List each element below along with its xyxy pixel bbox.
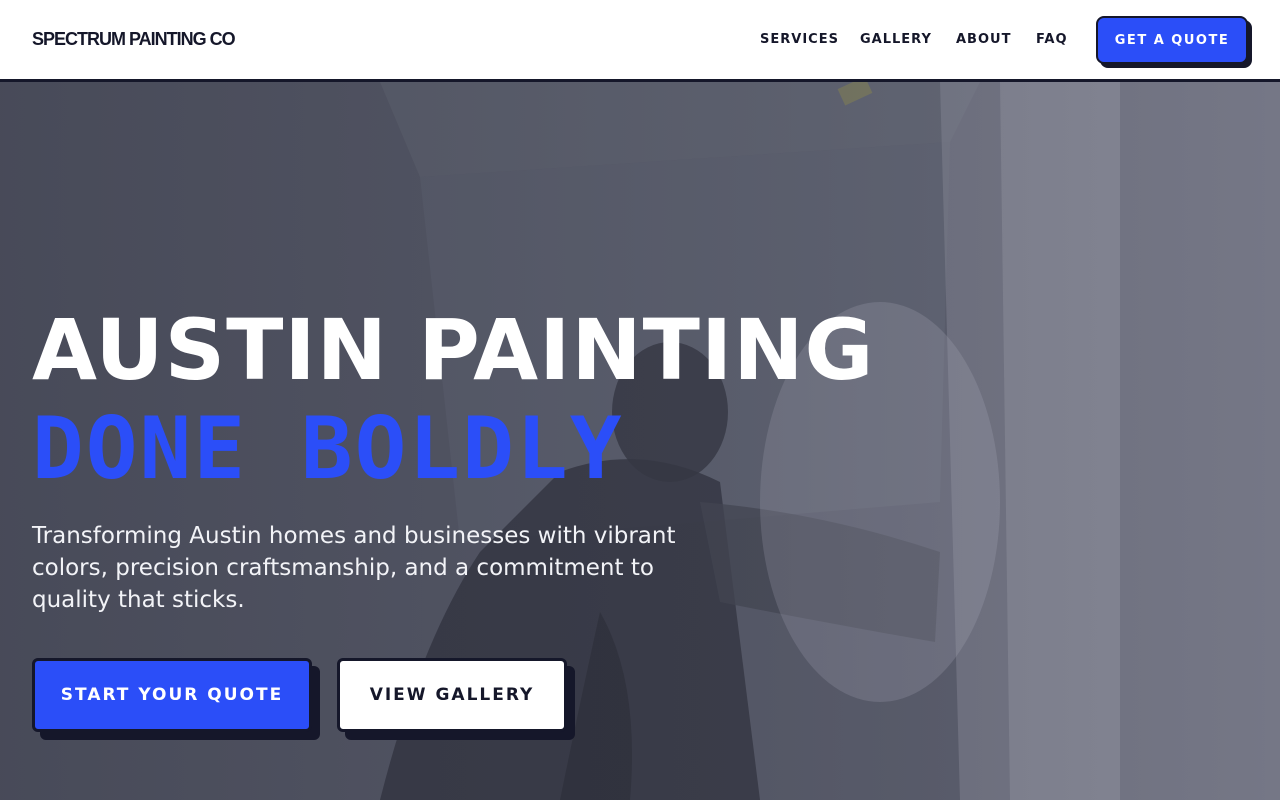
nav-faq[interactable]: FAQ xyxy=(1036,32,1068,47)
start-your-quote-button[interactable]: START YOUR QUOTE xyxy=(32,658,312,732)
hero-subtitle: Transforming Austin homes and businesses… xyxy=(32,523,676,613)
hero-headline-line1: AUSTIN PAINTING xyxy=(32,301,875,399)
logo[interactable]: SPECTRUM PAINTING CO xyxy=(32,29,236,50)
get-a-quote-button[interactable]: GET A QUOTE xyxy=(1096,16,1248,64)
nav-about[interactable]: ABOUT xyxy=(956,32,1011,47)
hero-section: AUSTIN PAINTING DONE BOLDLY Transforming… xyxy=(0,82,1280,800)
hero-headline-line2: DONE BOLDLY xyxy=(32,399,624,499)
site-header: SPECTRUM PAINTING CO SERVICES GALLERY AB… xyxy=(0,0,1280,82)
nav-services[interactable]: SERVICES xyxy=(760,32,839,47)
view-gallery-button[interactable]: VIEW GALLERY xyxy=(337,658,567,732)
nav-gallery[interactable]: GALLERY xyxy=(860,32,932,47)
